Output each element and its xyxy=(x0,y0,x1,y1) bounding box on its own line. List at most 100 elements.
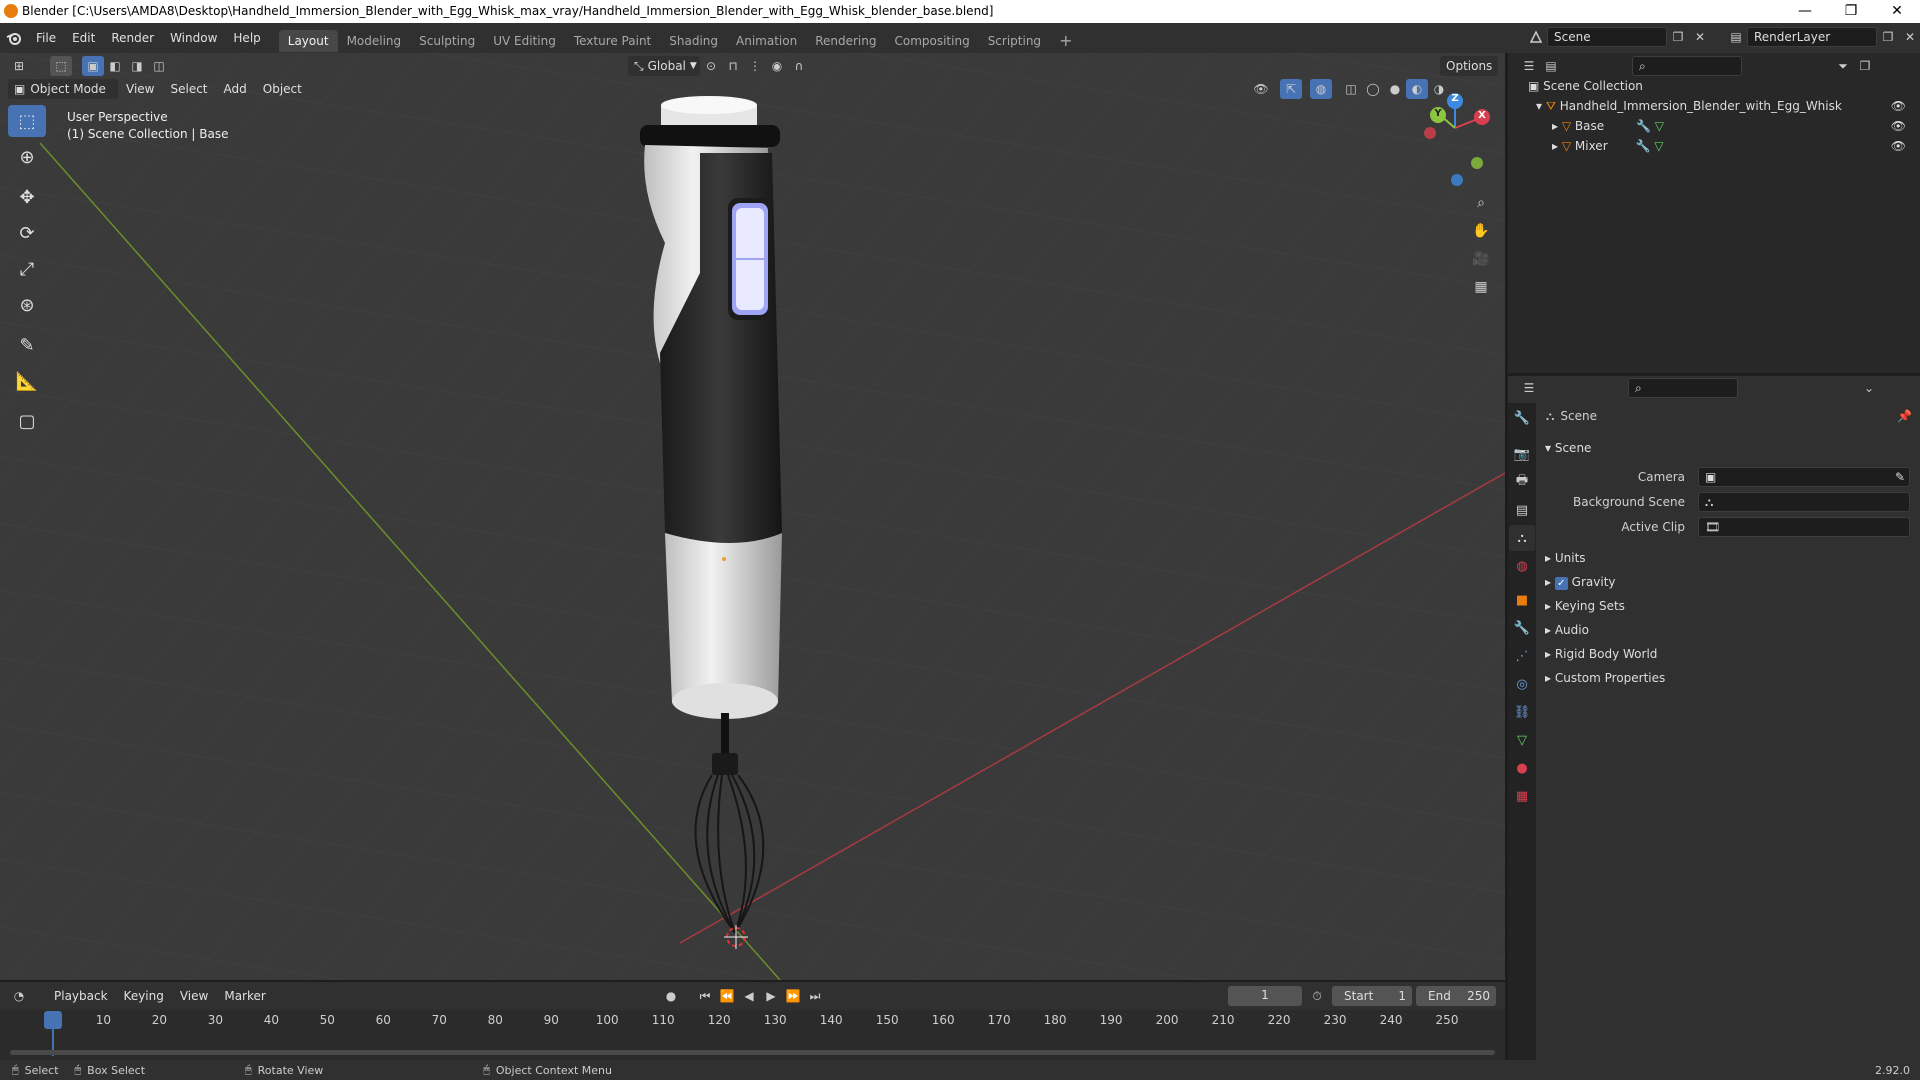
tab-modeling[interactable]: Modeling xyxy=(338,30,411,52)
tab-uv-editing[interactable]: UV Editing xyxy=(484,30,565,52)
expand-arrow-icon[interactable]: ▸ xyxy=(1545,671,1555,685)
tab-animation[interactable]: Animation xyxy=(727,30,806,52)
outliner-collection-row[interactable]: ▾ ⛛ Handheld_Immersion_Blender_with_Egg_… xyxy=(1536,96,1916,116)
modifier-wrench-icon[interactable]: 🔧 xyxy=(1636,119,1651,133)
chevron-down-icon[interactable]: ⌄ xyxy=(1858,378,1880,398)
zoom-icon[interactable]: ⌕ xyxy=(1470,193,1492,213)
new-collection-icon[interactable]: ❐ xyxy=(1854,56,1876,76)
use-preview-range-icon[interactable]: ⏱ xyxy=(1306,986,1328,1006)
maximize-button[interactable]: ❐ xyxy=(1828,0,1874,23)
physics-tab-icon[interactable]: ◎ xyxy=(1509,671,1535,697)
pin-icon[interactable]: 📌 xyxy=(1897,409,1912,423)
select-mode-new-icon[interactable]: ▣ xyxy=(82,56,104,76)
tool-tab-icon[interactable]: 🔧 xyxy=(1509,405,1535,431)
filter-icon[interactable]: ⏷ xyxy=(1832,56,1854,76)
outliner-scene-collection[interactable]: ▣ Scene Collection xyxy=(1528,76,1643,96)
camera-field[interactable]: ▣ ✎ xyxy=(1698,467,1910,487)
viewport-menu-view[interactable]: View xyxy=(118,78,162,100)
modifiers-tab-icon[interactable]: 🔧 xyxy=(1509,615,1535,641)
mesh-data-icon[interactable]: ▽ xyxy=(1655,119,1664,133)
proportional-edit-icon[interactable]: ◉ xyxy=(766,56,788,76)
mode-dropdown[interactable]: ▣ Object Mode xyxy=(8,79,118,99)
xray-toggle-icon[interactable]: ◫ xyxy=(1340,79,1362,99)
add-cube-tool-icon[interactable]: ▢ xyxy=(8,405,46,437)
pivot-point-icon[interactable]: ⊙ xyxy=(700,56,722,76)
scale-tool-icon[interactable]: ⤢ xyxy=(8,253,46,285)
expand-arrow-icon[interactable]: ▸ xyxy=(1545,575,1555,589)
timeline-menu-keying[interactable]: Keying xyxy=(116,982,172,1010)
overlays-toggle-icon[interactable]: ◍ xyxy=(1310,79,1332,99)
rigid-body-world-panel[interactable]: ▸ Rigid Body World xyxy=(1545,643,1657,665)
display-mode-icon[interactable]: ▤ xyxy=(1540,56,1562,76)
start-frame-field[interactable]: Start 1 xyxy=(1332,986,1412,1006)
visibility-eye-icon[interactable]: 👁 xyxy=(1891,96,1906,116)
solid-shading-icon[interactable]: ● xyxy=(1384,79,1406,99)
custom-properties-panel[interactable]: ▸ Custom Properties xyxy=(1545,667,1665,689)
render-tab-icon[interactable]: 📷 xyxy=(1509,441,1535,467)
delete-scene-icon[interactable]: ✕ xyxy=(1689,27,1711,47)
play-reverse-icon[interactable]: ◀ xyxy=(738,986,760,1006)
editor-type-icon[interactable]: ⊞ xyxy=(8,56,30,76)
timeline-editor-icon[interactable]: ◔ xyxy=(8,986,30,1006)
audio-panel[interactable]: ▸ Audio xyxy=(1545,619,1589,641)
move-tool-icon[interactable]: ✥ xyxy=(8,181,46,213)
viewport-menu-select[interactable]: Select xyxy=(162,78,215,100)
rotate-tool-icon[interactable]: ⟳ xyxy=(8,217,46,249)
units-panel[interactable]: ▸ Units xyxy=(1545,547,1586,569)
menu-edit[interactable]: Edit xyxy=(64,23,103,53)
mesh-data-icon[interactable]: ▽ xyxy=(1654,139,1663,153)
jump-end-icon[interactable]: ⏭ xyxy=(804,986,826,1006)
gravity-checkbox[interactable]: ✓ xyxy=(1554,577,1568,590)
gizmo-toggle-icon[interactable]: ⇱ xyxy=(1280,79,1302,99)
3d-viewport[interactable]: Z X Y User Perspective (1) Scene Collect… xyxy=(0,53,1505,980)
playhead[interactable] xyxy=(44,1011,62,1029)
view-layer-tab-icon[interactable]: ▤ xyxy=(1509,497,1535,523)
transform-orientation-dropdown[interactable]: ⤡ Global ▼ xyxy=(628,56,700,76)
timeline-menu-playback[interactable]: Playback xyxy=(46,982,116,1010)
snap-icon[interactable]: ⊓ xyxy=(722,56,744,76)
timeline-menu-view[interactable]: View xyxy=(172,982,216,1010)
viewport-menu-add[interactable]: Add xyxy=(216,78,255,100)
expand-arrow-icon[interactable]: ▸ xyxy=(1545,623,1555,637)
prev-keyframe-icon[interactable]: ⏪ xyxy=(716,986,738,1006)
pan-hand-icon[interactable]: ✋ xyxy=(1470,221,1492,241)
select-mode-subtract-icon[interactable]: ◨ xyxy=(126,56,148,76)
tab-scripting[interactable]: Scripting xyxy=(979,30,1050,52)
expand-arrow-icon[interactable]: ▸ xyxy=(1545,647,1555,661)
scene-panel-header[interactable]: ▾ Scene xyxy=(1545,437,1591,459)
object-tab-icon[interactable]: ■ xyxy=(1509,587,1535,613)
tab-shading[interactable]: Shading xyxy=(660,30,727,52)
scene-tab-icon[interactable]: ⛬ xyxy=(1509,525,1535,551)
properties-search-input[interactable]: ⌕ xyxy=(1628,378,1738,398)
expand-arrow-icon[interactable]: ▸ xyxy=(1552,139,1562,153)
material-shading-icon[interactable]: ◐ xyxy=(1406,79,1428,99)
select-mode-intersect-icon[interactable]: ◫ xyxy=(148,56,170,76)
menu-render[interactable]: Render xyxy=(103,23,162,53)
add-workspace-button[interactable]: + xyxy=(1050,30,1081,52)
new-viewlayer-icon[interactable]: ❐ xyxy=(1877,27,1899,47)
eyedropper-icon[interactable]: ✎ xyxy=(1895,468,1905,486)
world-tab-icon[interactable]: ◍ xyxy=(1509,553,1535,579)
constraints-tab-icon[interactable]: ⛓ xyxy=(1509,699,1535,725)
material-tab-icon[interactable]: ● xyxy=(1509,755,1535,781)
select-box-tool-icon[interactable]: ⬚ xyxy=(8,105,46,137)
minimize-button[interactable]: — xyxy=(1782,0,1828,23)
wireframe-shading-icon[interactable]: ◯ xyxy=(1362,79,1384,99)
next-keyframe-icon[interactable]: ⏩ xyxy=(782,986,804,1006)
tab-texture-paint[interactable]: Texture Paint xyxy=(565,30,660,52)
modifier-wrench-icon[interactable]: 🔧 xyxy=(1635,139,1650,153)
tab-compositing[interactable]: Compositing xyxy=(885,30,978,52)
output-tab-icon[interactable]: 🖶 xyxy=(1509,469,1535,495)
outliner-object-mixer[interactable]: ▸ ▽ Mixer 🔧 ▽ 👁 xyxy=(1552,136,1916,156)
particles-tab-icon[interactable]: ⋰ xyxy=(1509,643,1535,669)
visibility-eye-icon[interactable]: 👁 xyxy=(1250,79,1272,99)
visibility-eye-icon[interactable]: 👁 xyxy=(1891,136,1906,156)
cursor-tool-icon[interactable]: ⊕ xyxy=(8,141,46,173)
record-icon[interactable]: ● xyxy=(660,986,682,1006)
falloff-icon[interactable]: ∩ xyxy=(788,56,810,76)
current-frame-field[interactable]: 1 xyxy=(1228,986,1302,1006)
annotate-tool-icon[interactable]: ✎ xyxy=(8,329,46,361)
delete-viewlayer-icon[interactable]: ✕ xyxy=(1899,27,1920,47)
data-tab-icon[interactable]: ▽ xyxy=(1509,727,1535,753)
viewport-menu-object[interactable]: Object xyxy=(255,78,310,100)
